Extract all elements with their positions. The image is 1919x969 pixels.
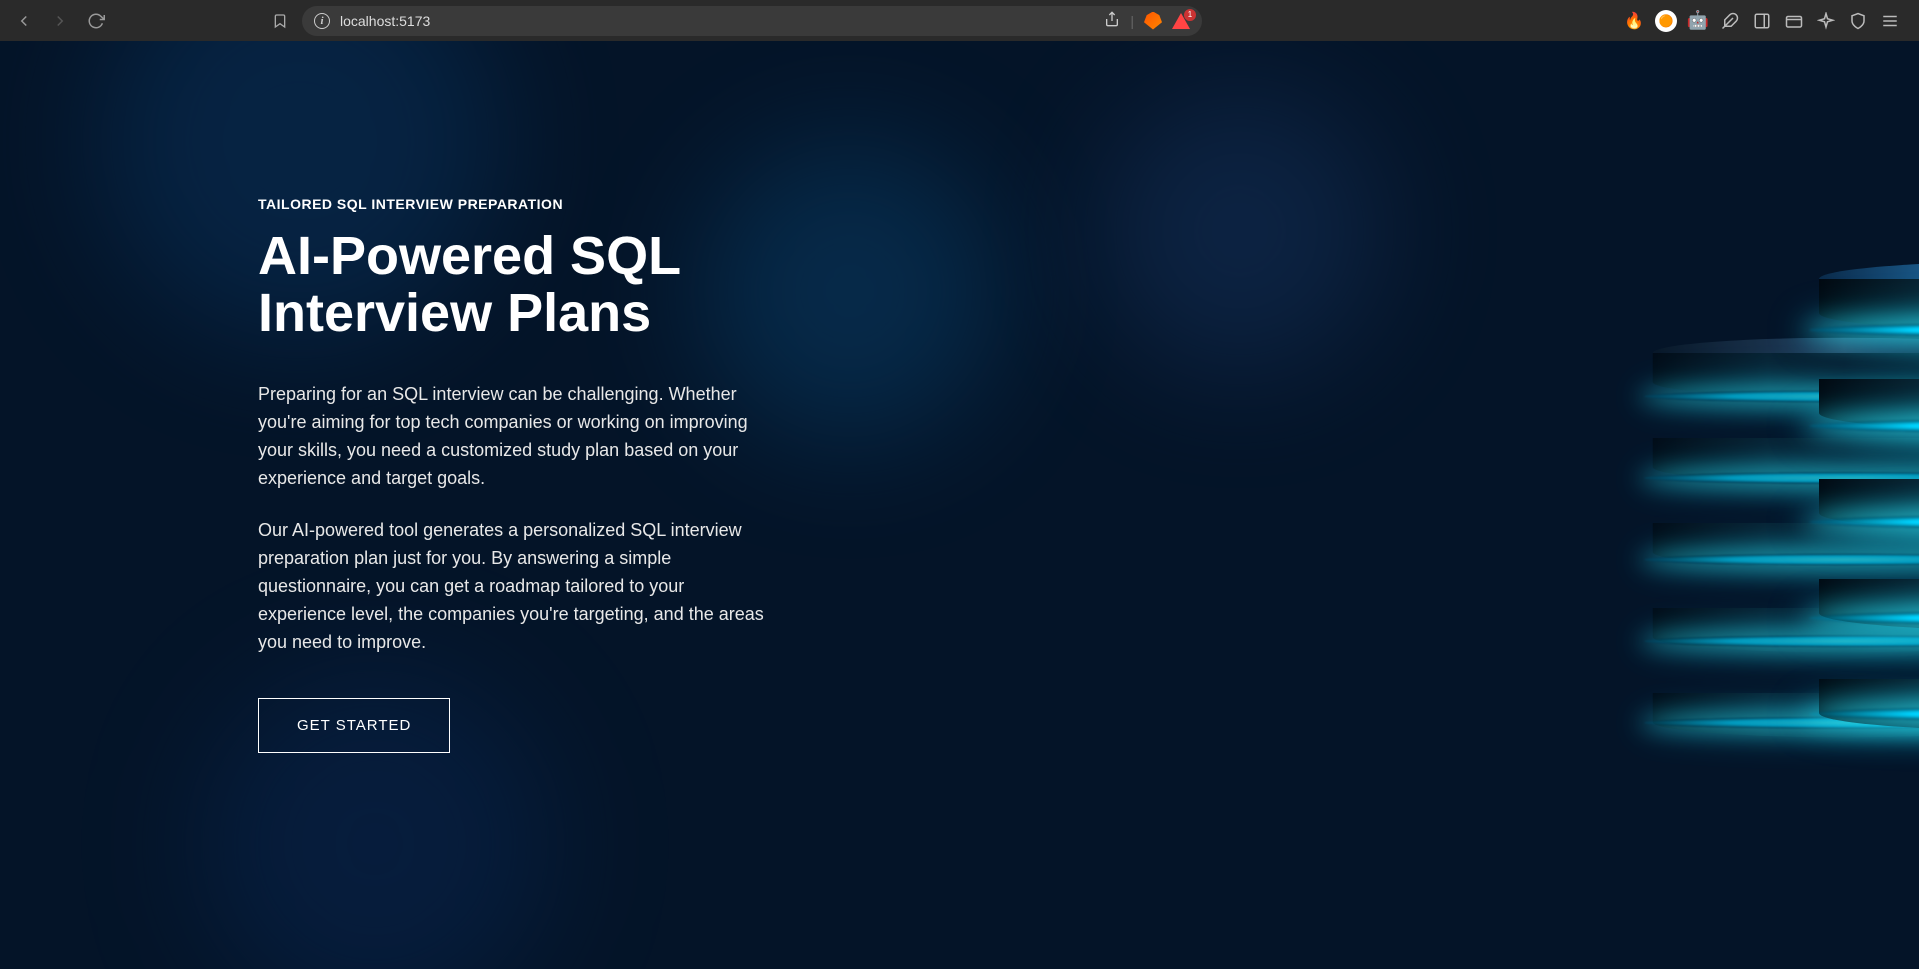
extension-icon-1[interactable]: 🟠 bbox=[1655, 10, 1677, 32]
wallet-icon[interactable] bbox=[1783, 10, 1805, 32]
browser-chrome: i localhost:5173 | 1 🔥 🟠 🤖 bbox=[0, 0, 1919, 41]
eyebrow-text: TAILORED SQL INTERVIEW PREPARATION bbox=[258, 196, 770, 212]
warning-badge: 1 bbox=[1184, 9, 1196, 21]
reload-button[interactable] bbox=[82, 7, 110, 35]
brave-icon[interactable] bbox=[1144, 12, 1162, 30]
sparkle-icon[interactable] bbox=[1815, 10, 1837, 32]
back-button[interactable] bbox=[10, 7, 38, 35]
site-info-icon[interactable]: i bbox=[314, 13, 330, 29]
share-icon[interactable] bbox=[1104, 11, 1120, 30]
forward-button[interactable] bbox=[46, 7, 74, 35]
paragraph-2: Our AI-powered tool generates a personal… bbox=[258, 517, 768, 656]
divider: | bbox=[1130, 13, 1134, 29]
bookmark-button[interactable] bbox=[266, 7, 294, 35]
flame-icon[interactable]: 🔥 bbox=[1623, 10, 1645, 32]
headline: AI-Powered SQL Interview Plans bbox=[258, 228, 770, 341]
shield-icon[interactable] bbox=[1847, 10, 1869, 32]
address-bar[interactable]: i localhost:5173 | 1 bbox=[302, 6, 1202, 36]
get-started-button[interactable]: GET STARTED bbox=[258, 698, 450, 753]
paragraph-1: Preparing for an SQL interview can be ch… bbox=[258, 381, 768, 493]
extensions-icon[interactable] bbox=[1719, 10, 1741, 32]
menu-icon[interactable] bbox=[1879, 10, 1901, 32]
warning-icon[interactable]: 1 bbox=[1172, 13, 1190, 29]
sidepanel-icon[interactable] bbox=[1751, 10, 1773, 32]
url-text: localhost:5173 bbox=[340, 13, 1094, 29]
extension-icon-2[interactable]: 🤖 bbox=[1687, 10, 1709, 32]
hero-section: TAILORED SQL INTERVIEW PREPARATION AI-Po… bbox=[0, 41, 1919, 969]
hero-content: TAILORED SQL INTERVIEW PREPARATION AI-Po… bbox=[0, 41, 770, 753]
